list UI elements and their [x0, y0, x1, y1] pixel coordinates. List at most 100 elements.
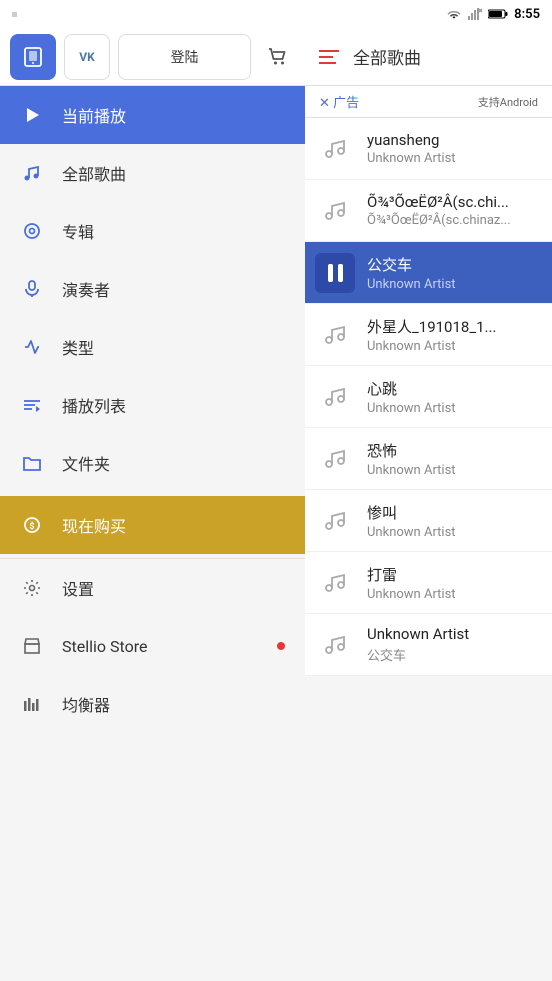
sidebar-item-equalizer[interactable]: 均衡器: [0, 675, 305, 733]
song-title-8: 打雷: [367, 564, 542, 585]
sidebar-item-stellio-store[interactable]: Stellio Store: [0, 617, 305, 675]
music-note-icon-6: [323, 447, 347, 471]
ad-right-text: 支持Android: [478, 94, 538, 110]
song-item-4[interactable]: 外星人_191018_1... Unknown Artist: [305, 304, 552, 366]
song-info-2: Õ¾³ÕœËØ²Â(sc.chi... Õ¾³ÕœËØ²Â(sc.chinaz.…: [367, 193, 542, 228]
song-info-9: Unknown Artist 公交车: [367, 625, 542, 664]
song-list: yuansheng Unknown Artist Õ¾³ÕœËØ²Â(sc.ch…: [305, 118, 552, 981]
song-artist-9: 公交车: [367, 645, 542, 664]
menu-line-1: [319, 50, 339, 52]
song-icon-2: [315, 191, 355, 231]
song-item-1[interactable]: yuansheng Unknown Artist: [305, 118, 552, 180]
song-artist-4: Unknown Artist: [367, 339, 542, 354]
ad-bar: ✕ 广告 支持Android: [305, 86, 552, 118]
sidebar-item-artists[interactable]: 演奏者: [0, 260, 305, 318]
sidebar-item-buy-now[interactable]: $ 现在购买: [0, 496, 305, 554]
equalizer-icon: [20, 692, 44, 716]
song-artist-8: Unknown Artist: [367, 587, 542, 602]
song-title-2: Õ¾³ÕœËØ²Â(sc.chi...: [367, 193, 542, 211]
panel-title: 全部歌曲: [353, 44, 421, 69]
song-icon-1: [315, 129, 355, 169]
song-icon-6: [315, 439, 355, 479]
sidebar-item-now-playing[interactable]: 当前播放: [0, 86, 305, 144]
store-icon: [20, 634, 44, 658]
song-title-4: 外星人_191018_1...: [367, 316, 542, 337]
sidebar-item-playlist[interactable]: 播放列表: [0, 376, 305, 434]
song-item-6[interactable]: 恐怖 Unknown Artist: [305, 428, 552, 490]
song-artist-2: Õ¾³ÕœËØ²Â(sc.chinaz...: [367, 213, 542, 228]
song-item-9[interactable]: Unknown Artist 公交车: [305, 614, 552, 676]
device-button[interactable]: [10, 34, 56, 80]
song-artist-7: Unknown Artist: [367, 525, 542, 540]
song-panel: 全部歌曲 ✕ 广告 支持Android yuansheng Unk: [305, 28, 552, 981]
sidebar: VK 登陆 当前播放: [0, 28, 305, 981]
cart-icon: [266, 46, 288, 68]
song-item-7[interactable]: 惨叫 Unknown Artist: [305, 490, 552, 552]
status-right: 8:55: [446, 7, 540, 22]
cart-button[interactable]: [259, 39, 295, 75]
sidebar-item-all-songs[interactable]: 全部歌曲: [0, 144, 305, 202]
song-info-8: 打雷 Unknown Artist: [367, 564, 542, 602]
sidebar-item-genres[interactable]: 类型: [0, 318, 305, 376]
music-note-icon: [20, 161, 44, 185]
song-icon-9: [315, 625, 355, 665]
music-note-icon-1: [323, 137, 347, 161]
pause-icon: [315, 253, 355, 293]
settings-icon: [20, 576, 44, 600]
song-title-5: 心跳: [367, 378, 542, 399]
song-icon-3: [315, 253, 355, 293]
song-item-5[interactable]: 心跳 Unknown Artist: [305, 366, 552, 428]
song-panel-header: 全部歌曲: [305, 28, 552, 86]
sidebar-item-albums[interactable]: 专辑: [0, 202, 305, 260]
song-title-9: Unknown Artist: [367, 625, 542, 643]
play-icon: [20, 103, 44, 127]
song-title-7: 惨叫: [367, 502, 542, 523]
song-info-3: 公交车 Unknown Artist: [367, 254, 542, 292]
music-note-icon-8: [323, 571, 347, 595]
menu-hamburger-button[interactable]: [319, 50, 339, 64]
music-note-icon-9: [323, 633, 347, 657]
device-icon: [22, 46, 44, 68]
app-container: VK 登陆 当前播放: [0, 28, 552, 981]
song-info-7: 惨叫 Unknown Artist: [367, 502, 542, 540]
song-icon-7: [315, 501, 355, 541]
song-artist-1: Unknown Artist: [367, 151, 542, 166]
song-item-2[interactable]: Õ¾³ÕœËØ²Â(sc.chi... Õ¾³ÕœËØ²Â(sc.chinaz.…: [305, 180, 552, 242]
album-icon: [20, 219, 44, 243]
svg-text:$: $: [29, 521, 34, 532]
genre-icon: [20, 335, 44, 359]
playlist-icon: [20, 393, 44, 417]
vk-button[interactable]: VK: [64, 34, 110, 80]
mic-icon: [20, 277, 44, 301]
folder-icon: [20, 451, 44, 475]
song-item-3[interactable]: 公交车 Unknown Artist: [305, 242, 552, 304]
music-note-icon-2: [323, 199, 347, 223]
song-icon-8: [315, 563, 355, 603]
sidebar-footer: 设置 Stellio Store 均衡器: [0, 558, 305, 741]
sidebar-menu: 当前播放 全部歌曲 专辑 演奏者: [0, 86, 305, 981]
song-info-1: yuansheng Unknown Artist: [367, 131, 542, 166]
song-info-6: 恐怖 Unknown Artist: [367, 440, 542, 478]
pause-bar-2: [338, 264, 343, 282]
music-note-icon-7: [323, 509, 347, 533]
music-note-icon-4: [323, 323, 347, 347]
status-dot: [12, 12, 17, 17]
status-left: [12, 12, 17, 17]
wifi-icon: [446, 8, 462, 20]
status-bar: 8:55: [0, 0, 552, 28]
song-icon-5: [315, 377, 355, 417]
ad-close-button[interactable]: ✕ 广告: [319, 92, 359, 111]
song-item-8[interactable]: 打雷 Unknown Artist: [305, 552, 552, 614]
music-note-icon-5: [323, 385, 347, 409]
sidebar-item-settings[interactable]: 设置: [0, 559, 305, 617]
song-artist-5: Unknown Artist: [367, 401, 542, 416]
song-artist-3: Unknown Artist: [367, 277, 542, 292]
sidebar-item-folder[interactable]: 文件夹: [0, 434, 305, 492]
status-time: 8:55: [514, 7, 540, 22]
song-title-3: 公交车: [367, 254, 542, 275]
signal-icon: [468, 8, 482, 20]
menu-line-2: [319, 56, 333, 58]
song-icon-4: [315, 315, 355, 355]
song-title-1: yuansheng: [367, 131, 542, 149]
login-button[interactable]: 登陆: [118, 34, 251, 80]
